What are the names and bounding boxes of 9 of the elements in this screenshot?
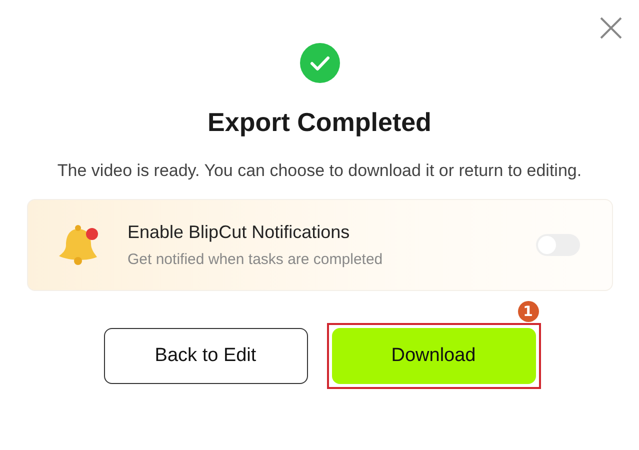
dialog-message: The video is ready. You can choose to download it or return to editing. — [56, 160, 583, 182]
notification-subtitle: Get notified when tasks are completed — [128, 251, 384, 268]
notification-title: Enable BlipCut Notifications — [128, 222, 351, 243]
back-button[interactable]: Back to Edit — [104, 328, 308, 384]
download-button[interactable]: Download — [332, 328, 536, 384]
dialog-title: Export Completed — [208, 107, 432, 138]
step-badge: 1 — [518, 301, 538, 322]
check-icon — [300, 43, 340, 83]
close-icon[interactable] — [599, 16, 623, 40]
